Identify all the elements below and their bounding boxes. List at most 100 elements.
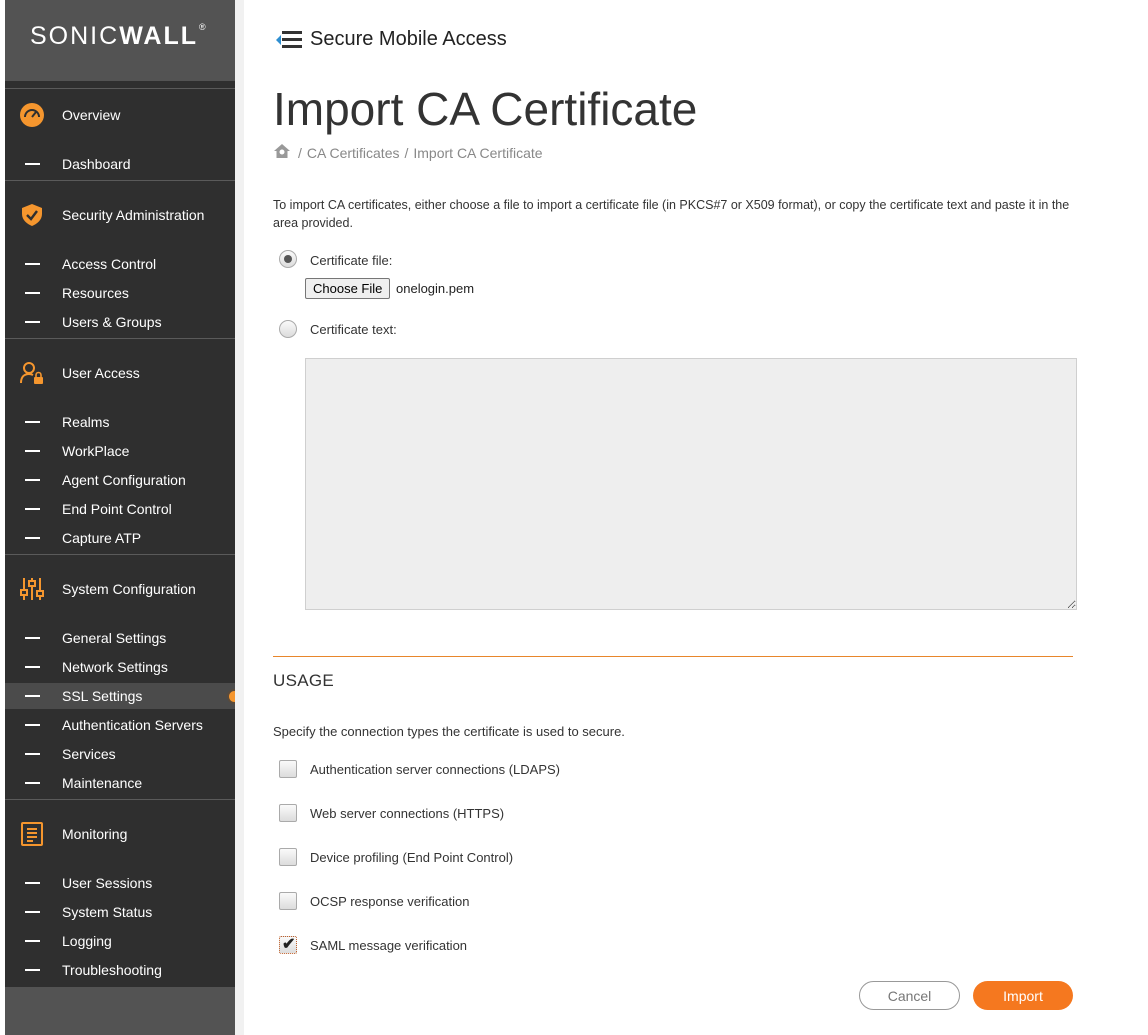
sidebar-section-label: User Access	[62, 365, 140, 381]
ldaps-checkbox[interactable]	[279, 760, 297, 778]
cancel-button[interactable]: Cancel	[859, 981, 960, 1010]
ocsp-checkbox[interactable]	[279, 892, 297, 910]
sidebar-item-label: Logging	[62, 933, 112, 949]
dash-icon	[25, 292, 40, 294]
breadcrumb-link-ca-certificates[interactable]: CA Certificates	[307, 145, 400, 161]
dash-icon	[25, 479, 40, 481]
https-checkbox[interactable]	[279, 804, 297, 822]
sidebar-gutter	[235, 0, 244, 1035]
ldaps-checkbox-label: Authentication server connections (LDAPS…	[310, 762, 561, 777]
app-header: Secure Mobile Access	[276, 28, 507, 51]
sidebar-section-label: Monitoring	[62, 826, 128, 842]
sidebar-item-resources[interactable]: Resources	[5, 280, 235, 306]
sidebar-section-label: Security Administration	[62, 207, 205, 223]
sidebar-item-dashboard[interactable]: Dashboard	[5, 151, 235, 177]
breadcrumb: / CA Certificates / Import CA Certificat…	[273, 143, 543, 162]
sliders-icon	[19, 576, 45, 602]
sidebar-item-label: Agent Configuration	[62, 472, 186, 488]
certificate-text-area[interactable]	[305, 358, 1077, 610]
sidebar-item-realms[interactable]: Realms	[5, 409, 235, 435]
usage-divider	[273, 656, 1073, 657]
dash-icon	[25, 782, 40, 784]
sonicwall-logo[interactable]: SONICWALL®	[30, 22, 208, 51]
dash-icon	[25, 637, 40, 639]
certificate-file-radio[interactable]	[279, 250, 297, 268]
sidebar-section-monitoring[interactable]: Monitoring	[5, 819, 235, 849]
device-profiling-checkbox[interactable]	[279, 848, 297, 866]
sidebar-item-users-groups[interactable]: Users & Groups	[5, 309, 235, 335]
sidebar-item-label: WorkPlace	[62, 443, 130, 459]
sidebar-section-label: System Configuration	[62, 581, 196, 597]
certificate-text-label: Certificate text:	[310, 322, 397, 337]
sidebar-section-system-configuration[interactable]: System Configuration	[5, 574, 235, 604]
sidebar-item-authentication-servers[interactable]: Authentication Servers	[5, 712, 235, 738]
choose-file-button[interactable]: Choose File	[305, 278, 391, 299]
sidebar-divider	[5, 799, 235, 800]
sidebar-item-label: System Status	[62, 904, 153, 920]
gauge-icon	[19, 102, 45, 128]
sidebar-item-label: SSL Settings	[62, 688, 143, 704]
sidebar-item-ssl-settings[interactable]: SSL Settings	[5, 683, 235, 709]
sidebar-item-label: Realms	[62, 414, 110, 430]
sidebar-item-system-status[interactable]: System Status	[5, 899, 235, 925]
sidebar-item-label: User Sessions	[62, 875, 153, 891]
breadcrumb-current: Import CA Certificate	[413, 144, 543, 161]
sidebar-item-label: Network Settings	[62, 659, 168, 675]
sidebar-item-access-control[interactable]: Access Control	[5, 251, 235, 277]
dash-icon	[25, 163, 40, 165]
home-icon[interactable]	[273, 143, 293, 162]
sidebar-item-label: Capture ATP	[62, 530, 142, 546]
sidebar-item-general-settings[interactable]: General Settings	[5, 625, 235, 651]
dash-icon	[25, 508, 40, 510]
dash-icon	[25, 969, 40, 971]
breadcrumb-separator: /	[298, 144, 302, 161]
selected-file-name: onelogin.pem	[396, 281, 475, 296]
sidebar-item-label: Services	[62, 746, 116, 762]
sidebar-item-capture-atp[interactable]: Capture ATP	[5, 525, 235, 551]
usage-heading: USAGE	[273, 671, 335, 690]
dash-icon	[25, 666, 40, 668]
dash-icon	[25, 911, 40, 913]
sidebar-item-workplace[interactable]: WorkPlace	[5, 438, 235, 464]
report-icon	[19, 821, 45, 847]
sidebar-item-label: End Point Control	[62, 501, 172, 517]
usage-description: Specify the connection types the certifi…	[273, 724, 625, 739]
sidebar-section-security-administration[interactable]: Security Administration	[5, 200, 235, 230]
sidebar-item-troubleshooting[interactable]: Troubleshooting	[5, 957, 235, 983]
sidebar: SONICWALL® Overview Dashboard Security A…	[5, 0, 235, 1035]
shield-check-icon	[19, 202, 45, 228]
sidebar-item-user-sessions[interactable]: User Sessions	[5, 870, 235, 896]
device-profiling-checkbox-label: Device profiling (End Point Control)	[310, 850, 514, 865]
dash-icon	[25, 421, 40, 423]
ocsp-checkbox-label: OCSP response verification	[310, 894, 470, 909]
dash-icon	[25, 695, 40, 697]
sidebar-section-label: Overview	[62, 107, 121, 123]
certificate-text-radio[interactable]	[279, 320, 297, 338]
import-button[interactable]: Import	[973, 981, 1073, 1010]
sidebar-item-services[interactable]: Services	[5, 741, 235, 767]
certificate-file-label: Certificate file:	[310, 253, 393, 268]
sidebar-item-label: Users & Groups	[62, 314, 162, 330]
sidebar-item-network-settings[interactable]: Network Settings	[5, 654, 235, 680]
checkmark-icon: ✔	[282, 936, 296, 953]
intro-text: To import CA certificates, either choose…	[273, 198, 1070, 230]
sidebar-item-label: Troubleshooting	[62, 962, 162, 978]
dash-icon	[25, 882, 40, 884]
page-title: Import CA Certificate	[273, 83, 698, 135]
dash-icon	[25, 724, 40, 726]
sidebar-item-end-point-control[interactable]: End Point Control	[5, 496, 235, 522]
saml-checkbox[interactable]: ✔	[279, 936, 297, 954]
sidebar-item-label: Maintenance	[62, 775, 143, 791]
sidebar-item-label: Resources	[62, 285, 129, 301]
https-checkbox-label: Web server connections (HTTPS)	[310, 806, 505, 821]
sidebar-item-agent-configuration[interactable]: Agent Configuration	[5, 467, 235, 493]
dash-icon	[25, 537, 40, 539]
sidebar-item-maintenance[interactable]: Maintenance	[5, 770, 235, 796]
sidebar-item-logging[interactable]: Logging	[5, 928, 235, 954]
sidebar-section-overview[interactable]: Overview	[5, 100, 235, 130]
menu-toggle-icon[interactable]	[276, 29, 304, 51]
dash-icon	[25, 450, 40, 452]
sidebar-section-user-access[interactable]: User Access	[5, 358, 235, 388]
app-name: Secure Mobile Access	[310, 28, 507, 50]
user-lock-icon	[19, 360, 45, 386]
